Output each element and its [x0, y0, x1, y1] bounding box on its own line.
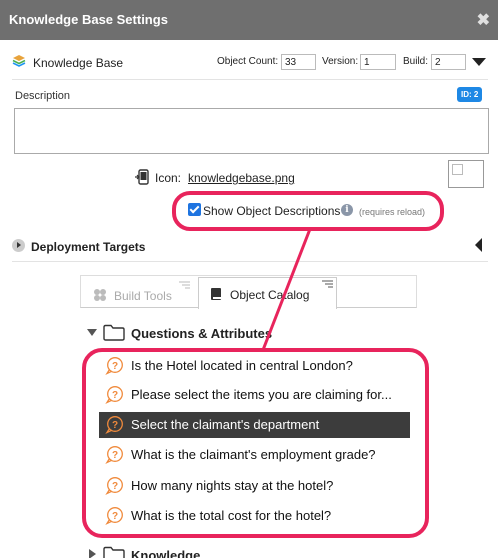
- kb-info-row: Knowledge Base Object Count: Version: Bu…: [0, 50, 498, 76]
- catalog-tabs: Build Tools Object Catalog: [80, 275, 417, 309]
- caret-down-icon[interactable]: [87, 329, 97, 336]
- question-label: Please select the items you are claiming…: [131, 387, 392, 402]
- question-label: How many nights stay at the hotel?: [131, 478, 334, 493]
- question-bubble-icon: ?: [105, 386, 123, 404]
- question-item[interactable]: ? Please select the items you are claimi…: [99, 382, 410, 408]
- svg-text:?: ?: [112, 420, 118, 431]
- svg-text:?: ?: [112, 361, 118, 372]
- description-field[interactable]: [14, 108, 489, 154]
- tab-object-catalog[interactable]: Object Catalog: [198, 277, 337, 309]
- question-item[interactable]: ? What is the total cost for the hotel?: [99, 503, 410, 529]
- question-bubble-icon: ?: [105, 446, 123, 464]
- menu-dropdown-icon[interactable]: [472, 58, 486, 66]
- question-bubble-icon: ?: [105, 477, 123, 495]
- caret-right-icon[interactable]: [89, 549, 96, 558]
- build-input[interactable]: [431, 54, 466, 70]
- icon-preview-image[interactable]: [448, 160, 484, 188]
- description-label: Description: [15, 90, 71, 102]
- tab-build-tools-label: Build Tools: [114, 289, 172, 303]
- folder-icon: [103, 324, 125, 341]
- info-icon[interactable]: i: [341, 204, 353, 216]
- question-label: What is the total cost for the hotel?: [131, 508, 332, 523]
- folder-icon: [103, 546, 125, 558]
- window-title: Knowledge Base Settings: [9, 12, 168, 27]
- question-bubble-icon: ?: [105, 507, 123, 525]
- tab-build-tools[interactable]: Build Tools: [89, 279, 193, 309]
- question-bubble-icon: ?: [105, 357, 123, 375]
- icon-label: Icon:: [155, 171, 182, 185]
- svg-text:?: ?: [112, 450, 118, 461]
- svg-text:?: ?: [112, 390, 118, 401]
- requires-reload-note: (requires reload): [359, 207, 426, 217]
- object-count-input[interactable]: [281, 54, 316, 70]
- question-item[interactable]: ? What is the claimant's employment grad…: [99, 442, 410, 468]
- expand-circle-icon[interactable]: [12, 239, 25, 252]
- phone-icon: [135, 169, 149, 185]
- divider: [12, 261, 488, 262]
- id-badge: ID: 2: [457, 87, 483, 102]
- question-item[interactable]: ? Is the Hotel located in central London…: [99, 353, 410, 379]
- deployment-targets-label[interactable]: Deployment Targets: [31, 240, 145, 254]
- object-count-label: Object Count:: [217, 56, 279, 67]
- question-item-selected[interactable]: ? Select the claimant's department: [99, 412, 410, 438]
- question-item[interactable]: ? How many nights stay at the hotel?: [99, 473, 410, 499]
- folder-label: Knowledge: [131, 548, 201, 558]
- question-bubble-icon: ?: [105, 416, 123, 434]
- collapse-arrow-icon[interactable]: [475, 238, 482, 252]
- puzzle-icon: [94, 289, 106, 301]
- tab-menu-icon[interactable]: [322, 280, 333, 288]
- kb-name: Knowledge Base: [33, 56, 124, 70]
- show-descriptions-checkbox[interactable]: [188, 203, 201, 216]
- question-label: What is the claimant's employment grade?: [131, 447, 376, 462]
- svg-text:?: ?: [112, 511, 118, 522]
- svg-text:?: ?: [112, 481, 118, 492]
- deployment-targets-row[interactable]: Deployment Targets: [0, 236, 498, 258]
- show-descriptions-label[interactable]: Show Object Descriptions: [203, 204, 340, 218]
- icon-file-link[interactable]: knowledgebase.png: [188, 171, 295, 185]
- question-label: Is the Hotel located in central London?: [131, 358, 353, 373]
- tab-object-catalog-label: Object Catalog: [230, 288, 310, 302]
- title-bar: Knowledge Base Settings ✖: [0, 0, 498, 40]
- close-icon[interactable]: ✖: [477, 10, 490, 30]
- folder-label: Questions & Attributes: [131, 326, 273, 341]
- version-input[interactable]: [360, 54, 396, 70]
- broken-image-icon: [452, 164, 463, 175]
- question-label: Select the claimant's department: [131, 417, 320, 432]
- tab-menu-icon[interactable]: [179, 281, 190, 289]
- knowledge-base-icon: [12, 55, 26, 67]
- version-label: Version:: [322, 56, 359, 67]
- divider: [12, 79, 488, 80]
- build-label: Build:: [403, 56, 429, 67]
- book-icon: [211, 288, 221, 300]
